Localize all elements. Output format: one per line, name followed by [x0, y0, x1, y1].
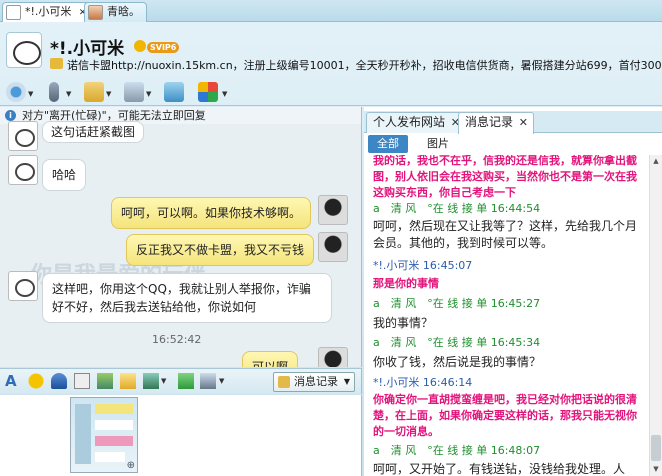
contact-signature: 诺信卡盟http://nuoxin.15km.cn，注册上级编号10001，全天… [67, 59, 662, 72]
avatar[interactable] [8, 121, 38, 151]
screenshot-thumbnail[interactable]: ⊕ [70, 397, 138, 473]
magic-icon[interactable] [51, 373, 67, 389]
history-log[interactable]: 我的话，我也不在乎，信我的还是信我，就算你拿出截图，别人依旧会在我这购买，当然你… [364, 155, 649, 476]
font-icon[interactable]: A [5, 373, 21, 389]
tab-strip: *!.小可米 ✕ 青晗。 [0, 0, 662, 22]
vip-badge[interactable]: SVIP6 [147, 42, 180, 53]
chevron-down-icon[interactable]: ▼ [344, 373, 350, 391]
filter-all[interactable]: 全部 [368, 135, 408, 153]
history-sender: a 清 风 °在 线 接 单 16:44:54 [373, 202, 541, 215]
contact-header: *!.小可米 SVIP6 诺信卡盟http://nuoxin.15km.cn，注… [0, 23, 662, 79]
info-icon: i [5, 110, 16, 121]
history-sender: *!.小可米 16:46:14 [373, 376, 473, 389]
close-icon[interactable]: ✕ [519, 113, 528, 132]
chat-toolbar: ▼ ▼ ▼ ▼ ▼ [0, 80, 662, 106]
chevron-down-icon[interactable]: ▼ [146, 90, 151, 98]
avatar-icon [6, 5, 21, 20]
input-toolbar: A ▼ ▼ 消息记录 ▼ [0, 368, 362, 394]
microphone-icon[interactable] [49, 82, 59, 102]
screenshot-icon[interactable] [200, 373, 216, 389]
history-message: 呵呵，又开始了。有钱送钻，没钱给我处理。人才。 [373, 462, 626, 476]
message-bubble[interactable]: 这句话赶紧截图 [42, 121, 145, 143]
history-sender: a 清 风 °在 线 接 单 16:45:34 [373, 336, 541, 349]
side-panel-tabs: 个人发布网站 ✕ 消息记录 ✕ [364, 111, 662, 134]
chevron-down-icon[interactable]: ▼ [106, 90, 111, 98]
chevron-down-icon[interactable]: ▼ [161, 377, 166, 385]
message-bubble[interactable]: 哈哈 [42, 159, 87, 191]
tab-label: 消息记录 [465, 115, 514, 129]
history-sender: a 清 风 °在 线 接 单 16:45:27 [373, 297, 541, 310]
contact-nickname: *!.小可米 [50, 39, 125, 59]
zoom-icon[interactable]: ⊕ [127, 460, 135, 471]
doodle-icon[interactable] [97, 373, 113, 389]
image-icon[interactable] [143, 373, 159, 389]
message-input[interactable]: ⊕ [0, 395, 362, 476]
tab-xiaokemi[interactable]: *!.小可米 ✕ [2, 2, 94, 22]
chevron-down-icon[interactable]: ▼ [66, 90, 71, 98]
history-message: 我的事情？ [373, 316, 434, 330]
chat-window: *!.小可米 ✕ 青晗。 *!.小可米 SVIP6 诺信卡盟http://nuo… [0, 0, 662, 476]
apps-icon[interactable] [198, 82, 218, 102]
history-icon [278, 376, 290, 388]
scroll-up-icon[interactable]: ▲ [650, 155, 662, 168]
message-history-button[interactable]: 消息记录 ▼ [273, 372, 355, 392]
avatar[interactable] [8, 155, 38, 185]
scrollbar-thumb[interactable] [651, 435, 661, 461]
tab-personal-website[interactable]: 个人发布网站 ✕ [366, 112, 467, 133]
history-button-label: 消息记录 [294, 375, 338, 388]
video-call-icon[interactable] [6, 82, 26, 102]
history-sender: *!.小可米 16:45:07 [373, 259, 473, 272]
screen-share-icon[interactable] [164, 82, 184, 102]
tab-message-history[interactable]: 消息记录 ✕ [458, 112, 535, 134]
avatar[interactable] [6, 32, 42, 68]
history-message: 你收了钱，然后说是我的事情？ [373, 355, 542, 369]
history-sender: a 清 风 °在 线 接 单 16:48:07 [373, 444, 541, 457]
shake-icon[interactable] [74, 373, 90, 389]
avatar[interactable] [8, 271, 38, 301]
avatar[interactable] [318, 347, 348, 367]
message-bubble[interactable]: 呵呵，可以啊。如果你技术够啊。 [111, 197, 312, 229]
music-icon[interactable] [178, 373, 194, 389]
side-panel: 个人发布网站 ✕ 消息记录 ✕ 全部 图片 我的话，我也不在乎，信我的还是信我，… [364, 107, 662, 476]
message-bubble[interactable]: 可以啊 [242, 351, 299, 367]
history-message: 你确定你一直胡搅蛮缠是吧，我已经对你把话说的很清楚，在上面，如果你确定要这样的话… [373, 393, 637, 438]
message-timestamp: 16:52:42 [152, 333, 202, 346]
remote-desktop-icon[interactable] [124, 82, 144, 102]
chevron-down-icon[interactable]: ▼ [28, 90, 33, 98]
history-message: 呵呵，然后现在又让我等了？这样，先给我几个月会员。其他的，我到时候可以等。 [373, 219, 638, 250]
avatar[interactable] [318, 232, 348, 262]
filter-images[interactable]: 图片 [418, 135, 458, 153]
message-bubble[interactable]: 反正我又不做卡盟，我又不亏钱 [126, 234, 315, 266]
history-scrollbar[interactable]: ▲ ▼ [649, 155, 662, 476]
history-filter-tabs: 全部 图片 [364, 134, 662, 154]
history-message: 那是你的事情 [373, 277, 439, 290]
crown-icon [134, 40, 146, 52]
note-icon[interactable] [120, 373, 136, 389]
message-bubble[interactable]: 这样吧，你用这个QQ，我就让别人举报你，诈骗好不好，然后我去送钻给他，你说如何 [42, 273, 332, 323]
message-list[interactable]: i 对方"离开(忙碌)"，可能无法立即回复 你是我最爱的玩伴 这句话赶紧截图 哈… [0, 107, 362, 367]
chevron-down-icon[interactable]: ▼ [222, 90, 227, 98]
tab-label: 青晗。 [107, 5, 140, 18]
avatar-icon [88, 5, 103, 20]
tab-label: *!.小可米 [25, 5, 72, 18]
emoji-icon[interactable] [28, 373, 44, 389]
file-transfer-icon[interactable] [84, 82, 104, 102]
chevron-down-icon[interactable]: ▼ [219, 377, 224, 385]
history-message: 我的话，我也不在乎，信我的还是信我，就算你拿出截图，别人依旧会在我这购买，当然你… [373, 155, 637, 199]
signature-icon [50, 58, 63, 69]
tab-qinghan[interactable]: 青晗。 [84, 2, 147, 22]
avatar[interactable] [318, 195, 348, 225]
tab-label: 个人发布网站 [373, 115, 446, 129]
scroll-down-icon[interactable]: ▼ [650, 463, 662, 476]
